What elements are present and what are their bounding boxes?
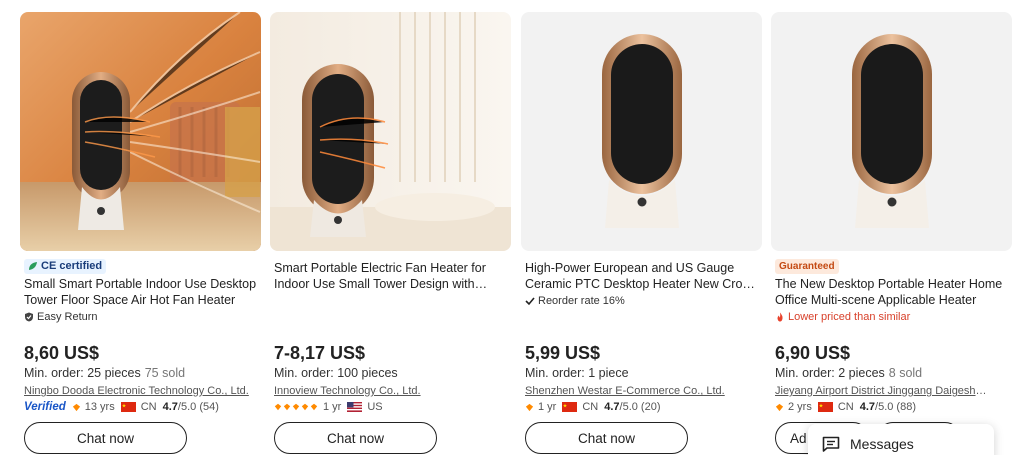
diamond-icon: [72, 403, 80, 411]
supplier-meta: 2 yrs CN 4.7/5.0 (88): [775, 400, 916, 414]
min-order-text: Min. order: 25 pieces: [24, 366, 141, 380]
supplier-meta: 1 yr CN 4.7/5.0 (20): [525, 400, 661, 414]
us-flag-icon: [347, 402, 363, 412]
product-card[interactable]: CE certified Small Smart Portable Indoor…: [20, 12, 261, 455]
flame-icon: [777, 312, 783, 322]
product-title[interactable]: Smart Portable Electric Fan Heater for I…: [274, 260, 510, 292]
product-title[interactable]: The New Desktop Portable Heater Home Off…: [775, 276, 1011, 308]
messages-widget[interactable]: Messages: [808, 424, 994, 455]
product-card[interactable]: High-Power European and US Gauge Ceramic…: [521, 12, 762, 455]
supplier-country: CN: [140, 401, 157, 413]
tag-label: Lower priced than similar: [788, 311, 911, 323]
product-title[interactable]: Small Smart Portable Indoor Use Desktop …: [24, 276, 260, 308]
supplier-meta: 1 yr US: [274, 400, 383, 414]
messages-label: Messages: [850, 436, 914, 452]
product-price: 7-8,17 US$: [274, 343, 366, 363]
rating-value: 4.7: [859, 401, 876, 413]
chat-now-button[interactable]: Chat now: [24, 422, 187, 454]
min-order: Min. order: 1 piece: [525, 365, 629, 381]
checkmark-icon: [525, 297, 535, 306]
supplier-country: CN: [582, 401, 599, 413]
supplier-years: 1 yr: [323, 401, 342, 413]
supplier-country: CN: [837, 401, 854, 413]
reorder-rate-tag: Reorder rate 16%: [525, 293, 761, 309]
chat-now-button[interactable]: Chat now: [274, 422, 437, 454]
china-flag-icon: [120, 402, 136, 412]
diamond-icon: [283, 403, 291, 411]
diamond-icon: [274, 403, 282, 411]
china-flag-icon: [562, 402, 578, 412]
supplier-link[interactable]: Ningbo Dooda Electronic Technology Co., …: [24, 384, 258, 398]
rating-value: 4.7: [162, 401, 178, 413]
product-image[interactable]: [521, 12, 762, 251]
product-title[interactable]: High-Power European and US Gauge Ceramic…: [525, 260, 761, 292]
product-image[interactable]: [771, 12, 1012, 251]
diamond-icon: [525, 403, 534, 411]
badge-label: CE certified: [41, 260, 103, 272]
chat-bubble-icon: [822, 436, 840, 452]
guaranteed-badge: Guaranteed: [775, 258, 839, 274]
product-price: 6,90 US$: [775, 343, 851, 363]
diamond-rating-icons: [274, 403, 319, 411]
rating-value: 4.7: [604, 401, 620, 413]
chat-now-button[interactable]: Chat now: [525, 422, 688, 454]
shield-check-icon: [25, 312, 33, 322]
supplier-link[interactable]: Shenzhen Westar E-Commerce Co., Ltd.: [525, 384, 759, 398]
min-order: Min. order: 100 pieces: [274, 365, 398, 381]
tag-label: Reorder rate 16%: [538, 295, 625, 307]
sold-count: 75 sold: [144, 366, 186, 380]
diamond-icon: [292, 403, 300, 411]
supplier-meta: Verified 13 yrs CN 4.7/5.0 (54): [24, 400, 219, 414]
supplier-years: 2 yrs: [788, 401, 812, 413]
min-order-text: Min. order: 2 pieces: [775, 366, 885, 380]
product-price: 5,99 US$: [525, 343, 601, 363]
diamond-icon: [775, 403, 784, 411]
product-price: 8,60 US$: [24, 343, 100, 363]
min-order-text: Min. order: 1 piece: [525, 366, 629, 380]
sold-count: 8 sold: [888, 366, 923, 380]
tag-label: Easy Return: [37, 311, 98, 323]
supplier-link[interactable]: Jieyang Airport District Jinggang Daiges…: [775, 384, 990, 398]
ce-certified-badge: CE certified: [24, 258, 107, 274]
leaf-icon: [29, 262, 37, 270]
product-image[interactable]: [20, 12, 261, 251]
diamond-icon: [310, 403, 318, 411]
rating-count: /5.0 (54): [177, 401, 219, 413]
verified-badge[interactable]: Verified: [24, 400, 66, 414]
min-order-text: Min. order: 100 pieces: [274, 366, 398, 380]
rating-count: /5.0 (20): [619, 401, 661, 413]
china-flag-icon: [817, 402, 833, 412]
min-order: Min. order: 25 pieces 75 sold: [24, 365, 185, 381]
lower-price-tag: Lower priced than similar: [775, 309, 1011, 325]
diamond-icon: [301, 403, 309, 411]
supplier-years: 1 yr: [538, 401, 557, 413]
supplier-link[interactable]: Innoview Technology Co., Ltd.: [274, 384, 508, 398]
product-card[interactable]: Guaranteed The New Desktop Portable Heat…: [771, 12, 1012, 455]
min-order: Min. order: 2 pieces 8 sold: [775, 365, 922, 381]
supplier-country: US: [367, 401, 383, 413]
supplier-years: 13 yrs: [84, 401, 115, 413]
product-image[interactable]: [270, 12, 511, 251]
rating-count: /5.0 (88): [875, 401, 916, 413]
easy-return-tag: Easy Return: [24, 309, 260, 325]
product-card[interactable]: Smart Portable Electric Fan Heater for I…: [270, 12, 511, 455]
